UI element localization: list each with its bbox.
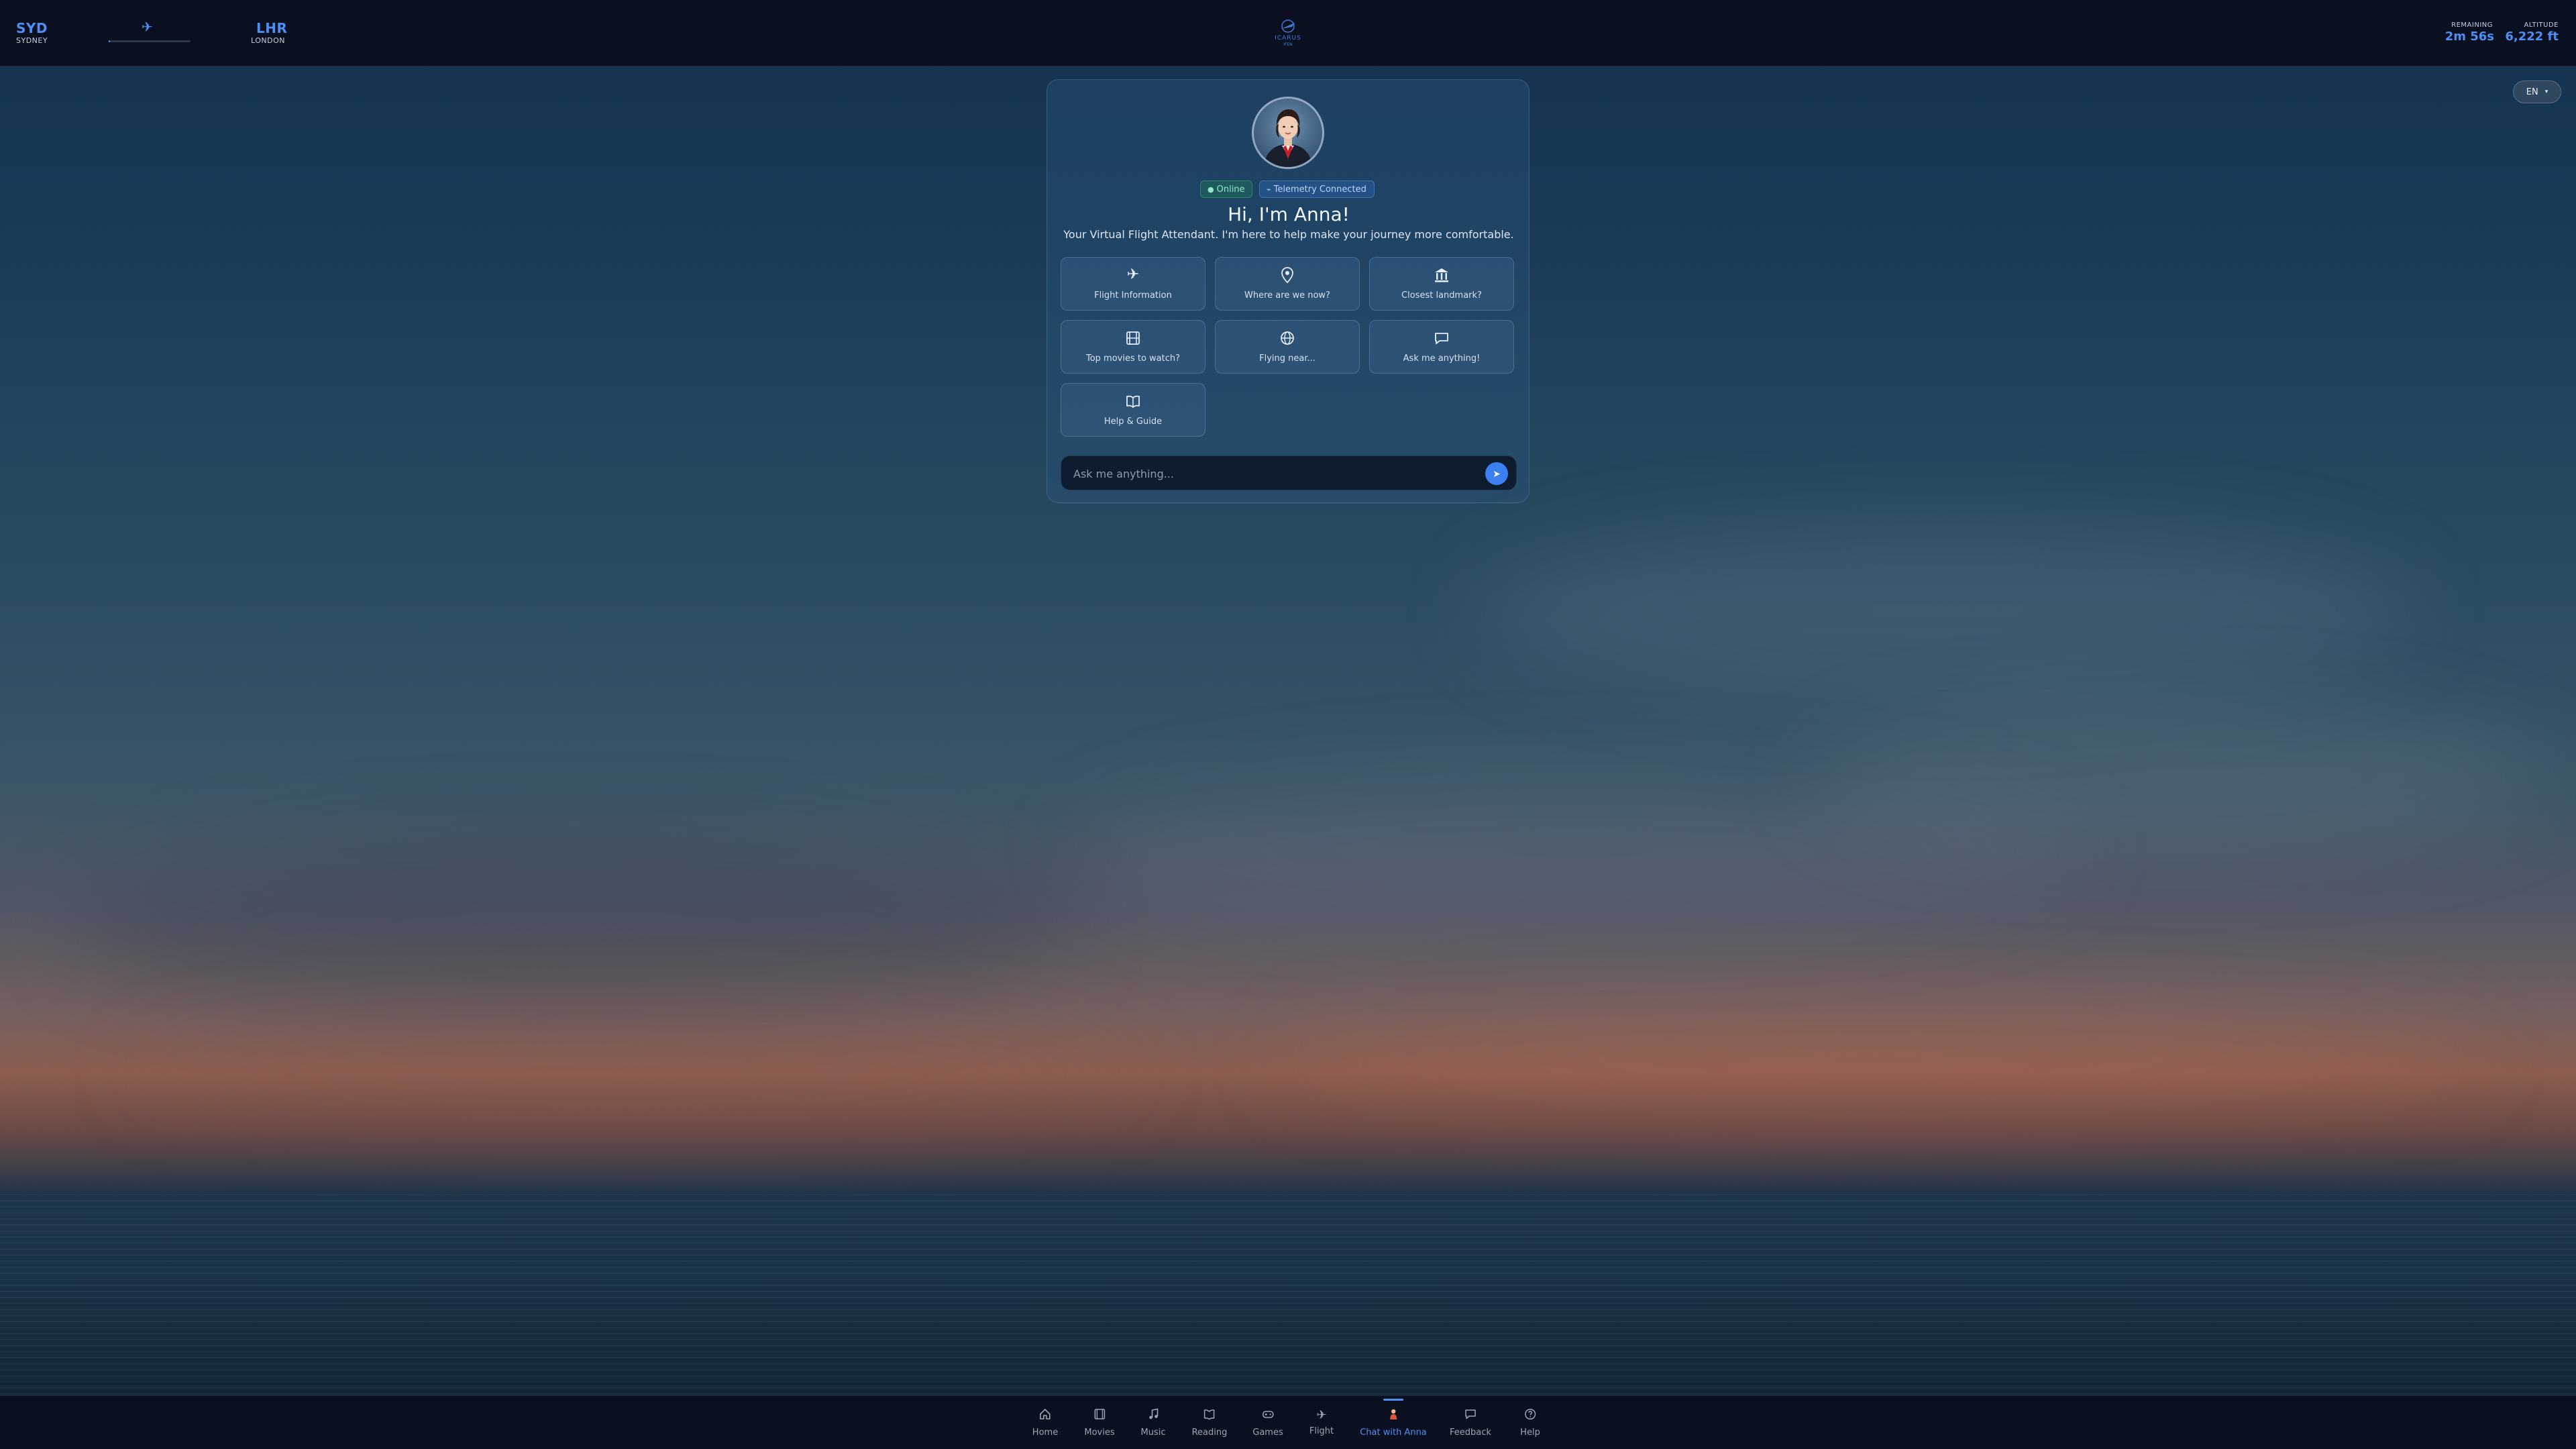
top-bar: SYD SYDNEY ✈ LHR LONDON ICARUS IFEN REMA… <box>0 0 2576 66</box>
feedback-icon <box>1450 1408 1491 1424</box>
quick-action-closest-landmark[interactable]: Closest landmark? <box>1369 257 1514 311</box>
reading-icon <box>1192 1408 1228 1424</box>
greeting-title: Hi, I'm Anna! <box>1228 203 1350 225</box>
nav-label: Help <box>1520 1428 1540 1438</box>
remaining-value: 2m 56s <box>2445 30 2494 44</box>
origin-city: SYDNEY <box>16 36 48 45</box>
quick-action-help-guide[interactable]: Help & Guide <box>1061 383 1205 437</box>
greeting-subtitle: Your Virtual Flight Attendant. I'm here … <box>1063 228 1514 241</box>
nav-label: Games <box>1252 1428 1283 1438</box>
airline-logo: ICARUS IFEN <box>1268 17 1308 50</box>
quick-action-label: Flight Information <box>1094 290 1172 301</box>
map-pin-icon <box>1216 267 1359 287</box>
quick-action-label: Help & Guide <box>1104 417 1163 427</box>
nav-reading[interactable]: Reading <box>1191 1408 1228 1446</box>
airplane-icon: ✈ <box>1316 1408 1327 1422</box>
movies-icon <box>1084 1408 1114 1424</box>
nav-label: Reading <box>1191 1428 1228 1438</box>
online-status-text: Online <box>1216 184 1245 195</box>
logo-name: ICARUS <box>1275 35 1301 42</box>
nav-label: Movies <box>1084 1428 1115 1438</box>
ocean-horizon <box>0 1194 2576 1395</box>
anna-portrait-icon <box>1263 109 1313 167</box>
chat-bubble-icon <box>1370 330 1513 350</box>
nav-movies[interactable]: Movies <box>1084 1408 1115 1446</box>
bottom-navigation: Home Movies Music Reading Games ✈ Flight… <box>0 1395 2576 1449</box>
remaining-label: REMAINING <box>2451 21 2493 29</box>
send-button[interactable]: ➤ <box>1485 462 1508 485</box>
quick-action-label: Where are we now? <box>1244 290 1330 301</box>
quick-action-label: Closest landmark? <box>1401 290 1482 301</box>
help-icon <box>1520 1408 1540 1424</box>
nav-chat-with-anna[interactable]: Chat with Anna <box>1360 1408 1427 1446</box>
nav-home[interactable]: Home <box>1032 1408 1058 1446</box>
games-icon <box>1252 1408 1283 1424</box>
book-icon <box>1061 393 1205 413</box>
quick-action-label: Ask me anything! <box>1403 354 1481 364</box>
music-icon <box>1141 1408 1166 1424</box>
home-icon <box>1032 1408 1058 1424</box>
quick-action-where-are-we[interactable]: Where are we now? <box>1215 257 1360 311</box>
nav-label: Feedback <box>1450 1428 1491 1438</box>
globe-icon <box>1216 330 1359 350</box>
chat-card: ● Online ⌁ Telemetry Connected Hi, I'm A… <box>1046 79 1529 503</box>
logo-mark-icon <box>1281 19 1295 33</box>
quick-action-ask-anything[interactable]: Ask me anything! <box>1369 320 1514 374</box>
telemetry-status-text: Telemetry Connected <box>1273 184 1366 195</box>
film-icon <box>1061 330 1205 350</box>
flight-progress-bar <box>109 40 191 42</box>
airplane-icon: ✈ <box>1126 266 1140 283</box>
quick-action-label: Top movies to watch? <box>1085 354 1181 364</box>
landmark-icon <box>1370 267 1513 287</box>
anna-icon <box>1360 1408 1427 1424</box>
destination-city: LONDON <box>251 36 285 45</box>
airplane-icon: ✈ <box>142 19 153 35</box>
online-dot-icon: ● <box>1208 184 1214 194</box>
chevron-down-icon: ▾ <box>2544 89 2548 95</box>
nav-games[interactable]: Games <box>1252 1408 1283 1446</box>
send-arrow-icon: ➤ <box>1493 468 1501 479</box>
active-nav-indicator <box>1383 1399 1403 1401</box>
quick-action-top-movies[interactable]: Top movies to watch? <box>1061 320 1205 374</box>
nav-flight[interactable]: ✈ Flight <box>1309 1408 1334 1446</box>
satellite-icon: ⌁ <box>1267 184 1271 194</box>
nav-label: Chat with Anna <box>1360 1428 1427 1438</box>
destination-code: LHR <box>256 20 288 36</box>
quick-action-flight-information[interactable]: ✈ Flight Information <box>1061 257 1205 311</box>
nav-help[interactable]: Help <box>1520 1408 1540 1446</box>
anna-avatar <box>1252 97 1324 169</box>
language-value: EN <box>2526 87 2538 97</box>
logo-subtitle: IFEN <box>1283 42 1293 47</box>
altitude-value: 6,222 ft <box>2505 30 2559 44</box>
online-status-badge: ● Online <box>1200 180 1252 198</box>
nav-label: Flight <box>1309 1426 1334 1436</box>
nav-label: Music <box>1140 1428 1166 1438</box>
nav-feedback[interactable]: Feedback <box>1450 1408 1491 1446</box>
nav-music[interactable]: Music <box>1141 1408 1166 1446</box>
nav-label: Home <box>1032 1428 1059 1438</box>
flight-progress-fill <box>109 40 111 42</box>
origin-code: SYD <box>16 20 48 36</box>
telemetry-status-badge: ⌁ Telemetry Connected <box>1259 180 1375 198</box>
chat-input[interactable] <box>1072 456 1470 491</box>
chat-input-container: ➤ <box>1061 455 1517 491</box>
language-selector[interactable]: EN ▾ <box>2513 80 2561 103</box>
quick-action-flying-near[interactable]: Flying near... <box>1215 320 1360 374</box>
altitude-label: ALTITUDE <box>2524 21 2559 29</box>
quick-action-label: Flying near... <box>1259 354 1316 364</box>
